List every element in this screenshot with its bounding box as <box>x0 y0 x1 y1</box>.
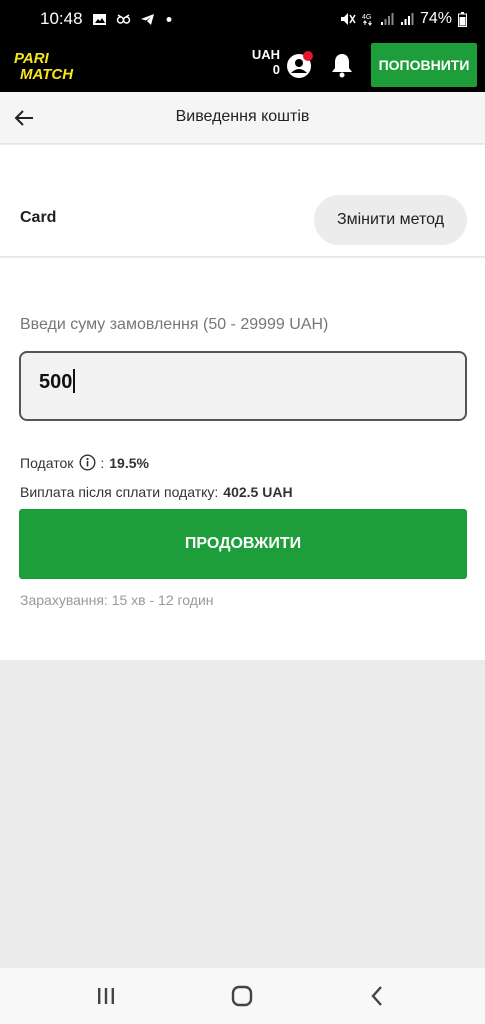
tax-label: Податок <box>20 454 74 471</box>
payment-method-name: Card <box>20 209 57 226</box>
dot-icon <box>166 16 172 22</box>
mute-icon <box>340 13 356 25</box>
credit-time-note: Зарахування: 15 хв - 12 годин <box>20 592 214 608</box>
recent-apps-icon[interactable] <box>92 982 120 1010</box>
owl-icon <box>116 13 130 24</box>
amount-value: 500 <box>39 371 73 393</box>
status-right: 4G 74% <box>340 10 467 28</box>
telegram-icon <box>140 13 154 25</box>
amount-input[interactable]: 500 <box>19 351 467 421</box>
back-nav-icon[interactable] <box>364 982 392 1010</box>
status-left: 10:48 <box>40 9 179 29</box>
network-4g-icon: 4G <box>362 14 372 26</box>
balance-amount: 0 <box>272 62 280 77</box>
tax-row: Податок : 19.5% <box>20 454 149 471</box>
battery-percent: 74% <box>419 10 452 27</box>
home-icon[interactable] <box>228 982 256 1010</box>
app-header: PARI MATCH UAH 0 ПОПОВНИТИ <box>0 38 485 92</box>
payout-label: Виплата після сплати податку: <box>20 484 219 500</box>
signal-icon <box>380 13 394 25</box>
amount-label: Введи суму замовлення (50 - 29999 UAH) <box>20 316 329 333</box>
deposit-button[interactable]: ПОПОВНИТИ <box>371 43 477 87</box>
payment-method-card: Card Змінити метод <box>0 145 485 257</box>
network-label: 4G <box>362 14 371 21</box>
continue-button[interactable]: ПРОДОВЖИТИ <box>19 509 467 579</box>
logo-text-top: PARI <box>14 50 50 67</box>
info-icon[interactable] <box>79 454 96 471</box>
amount-input-value: 500 <box>39 368 76 394</box>
system-nav-bar <box>0 968 485 1024</box>
page-header: Виведення коштів <box>0 92 485 144</box>
tax-value: 19.5% <box>109 454 149 471</box>
page-title: Виведення коштів <box>175 108 310 125</box>
status-time: 10:48 <box>40 9 83 28</box>
battery-icon <box>458 11 467 27</box>
balance-display[interactable]: UAH 0 <box>246 47 280 77</box>
account-icon[interactable] <box>285 50 315 80</box>
withdraw-form: Введи суму замовлення (50 - 29999 UAH) 5… <box>0 258 485 660</box>
status-bar: 10:48 4G 74% <box>0 0 485 38</box>
text-caret <box>73 368 76 393</box>
signal-icon <box>400 13 414 25</box>
tax-separator: : <box>100 454 105 471</box>
payout-value: 402.5 UAH <box>223 484 293 500</box>
logo-text-bottom: MATCH <box>20 66 74 82</box>
change-method-button[interactable]: Змінити метод <box>314 195 467 245</box>
parimatch-logo[interactable]: PARI MATCH <box>10 48 106 82</box>
gallery-icon <box>92 13 106 25</box>
balance-currency: UAH <box>251 47 280 62</box>
payout-row: Виплата після сплати податку: 402.5 UAH <box>20 484 293 500</box>
bell-icon[interactable] <box>331 52 353 78</box>
